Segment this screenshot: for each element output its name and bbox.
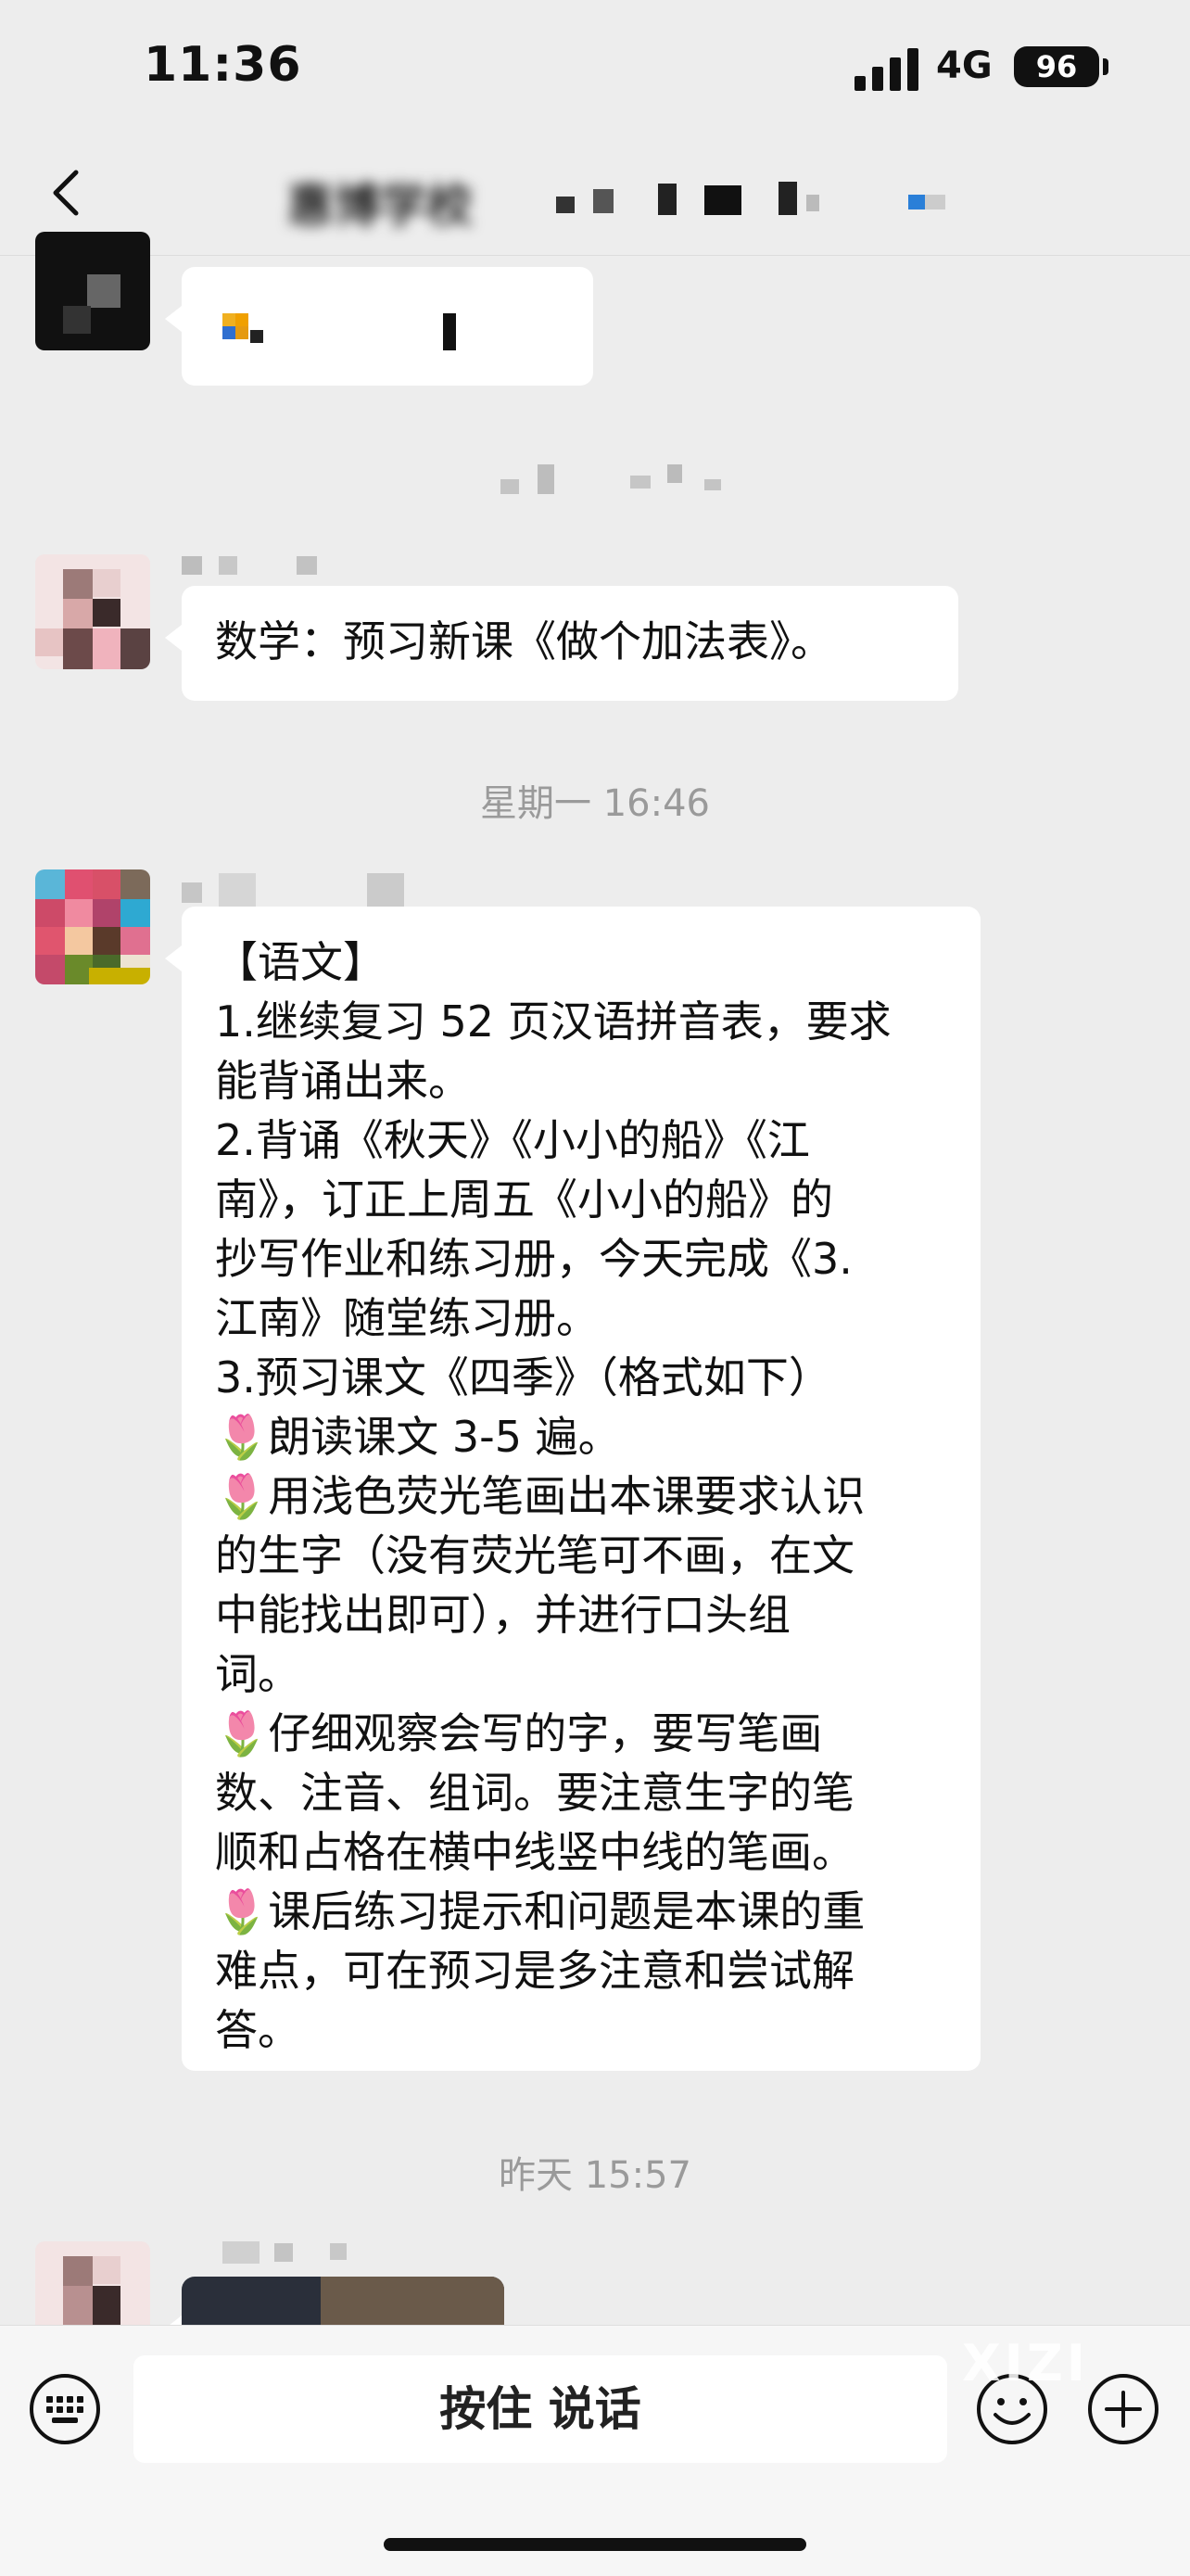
redacted-system-text xyxy=(482,459,723,500)
message-line: 江南》随堂练习册。 xyxy=(215,1293,599,1343)
image-bubble[interactable] xyxy=(165,267,593,386)
message-line: 🌷用浅色荧光笔画出本课要求认识 xyxy=(215,1471,866,1521)
chevron-left-icon[interactable] xyxy=(41,165,96,221)
watermark: XIZI xyxy=(962,2334,1089,2392)
home-indicator[interactable] xyxy=(384,2538,806,2551)
message-line: 的生字（没有荧光笔可不画，在文 xyxy=(215,1530,855,1580)
keyboard-icon[interactable] xyxy=(28,2372,102,2446)
message-text: 【语文】 1.继续复习 52 页汉语拼音表，要求 能背诵出来。 2.背诵《秋天》… xyxy=(215,933,892,2060)
status-bar: 11:36 4G 96 xyxy=(0,0,1190,139)
message-bubble[interactable]: 数学：预习新课《做个加法表》。 xyxy=(165,586,958,701)
avatar[interactable] xyxy=(35,2241,150,2325)
sender-name-redacted xyxy=(182,552,358,578)
timestamp: 昨天 15:57 xyxy=(499,2154,691,2197)
message-line: 答。 xyxy=(215,2005,300,2055)
avatar[interactable] xyxy=(35,554,150,669)
status-time: 11:36 xyxy=(144,37,302,93)
image-redaction xyxy=(321,2277,504,2325)
sender-name-redacted xyxy=(182,2238,367,2265)
title-redaction xyxy=(519,178,1001,224)
message-line: 南》，订正上周五《小小的船》的 xyxy=(215,1174,833,1225)
signal-icon xyxy=(855,48,918,91)
message-line: 1.继续复习 52 页汉语拼音表，要求 xyxy=(215,996,892,1047)
image-bubble[interactable] xyxy=(165,2277,504,2341)
message-line: 3.预习课文《四季》（格式如下） xyxy=(215,1352,831,1402)
message-line: 难点，可在预习是多注意和尝试解 xyxy=(215,1946,855,1996)
message-line: 🌷课后练习提示和问题是本课的重 xyxy=(215,1886,866,1936)
network-type: 4G xyxy=(936,44,993,87)
message-line: 【语文】 xyxy=(215,937,386,987)
message-line: 顺和占格在横中线竖中线的笔画。 xyxy=(215,1827,855,1877)
message-line: 词。 xyxy=(215,1649,300,1699)
message-line: 🌷仔细观察会写的字，要写笔画 xyxy=(215,1708,823,1758)
image-redaction xyxy=(222,313,456,350)
message-line: 数、注音、组词。要注意生字的笔 xyxy=(215,1768,855,1818)
battery-tip xyxy=(1103,58,1108,75)
message-line: 抄写作业和练习册，今天完成《3. xyxy=(215,1234,853,1284)
message-line: 🌷朗读课文 3-5 遍。 xyxy=(215,1412,621,1462)
message-bubble[interactable]: 【语文】 1.继续复习 52 页汉语拼音表，要求 能背诵出来。 2.背诵《秋天》… xyxy=(165,907,981,2071)
sender-name-redacted xyxy=(182,869,423,908)
avatar[interactable] xyxy=(35,232,150,350)
message-line: 2.背诵《秋天》《小小的船》《江 xyxy=(215,1115,810,1165)
message-line: 中能找出即可），并进行口头组 xyxy=(215,1590,791,1640)
avatar[interactable] xyxy=(35,869,150,984)
nav-bar: 惠博学校 xyxy=(0,139,1190,256)
battery-icon: 96 xyxy=(1014,46,1099,87)
message-text: 数学：预习新课《做个加法表》。 xyxy=(215,616,833,666)
plus-icon[interactable] xyxy=(1086,2372,1160,2446)
message-line: 能背诵出来。 xyxy=(215,1056,471,1106)
chat-title: 惠博学校 xyxy=(287,179,473,233)
hold-to-talk-button[interactable]: 按住 说话 xyxy=(133,2355,947,2463)
timestamp: 星期一 16:46 xyxy=(480,782,710,825)
